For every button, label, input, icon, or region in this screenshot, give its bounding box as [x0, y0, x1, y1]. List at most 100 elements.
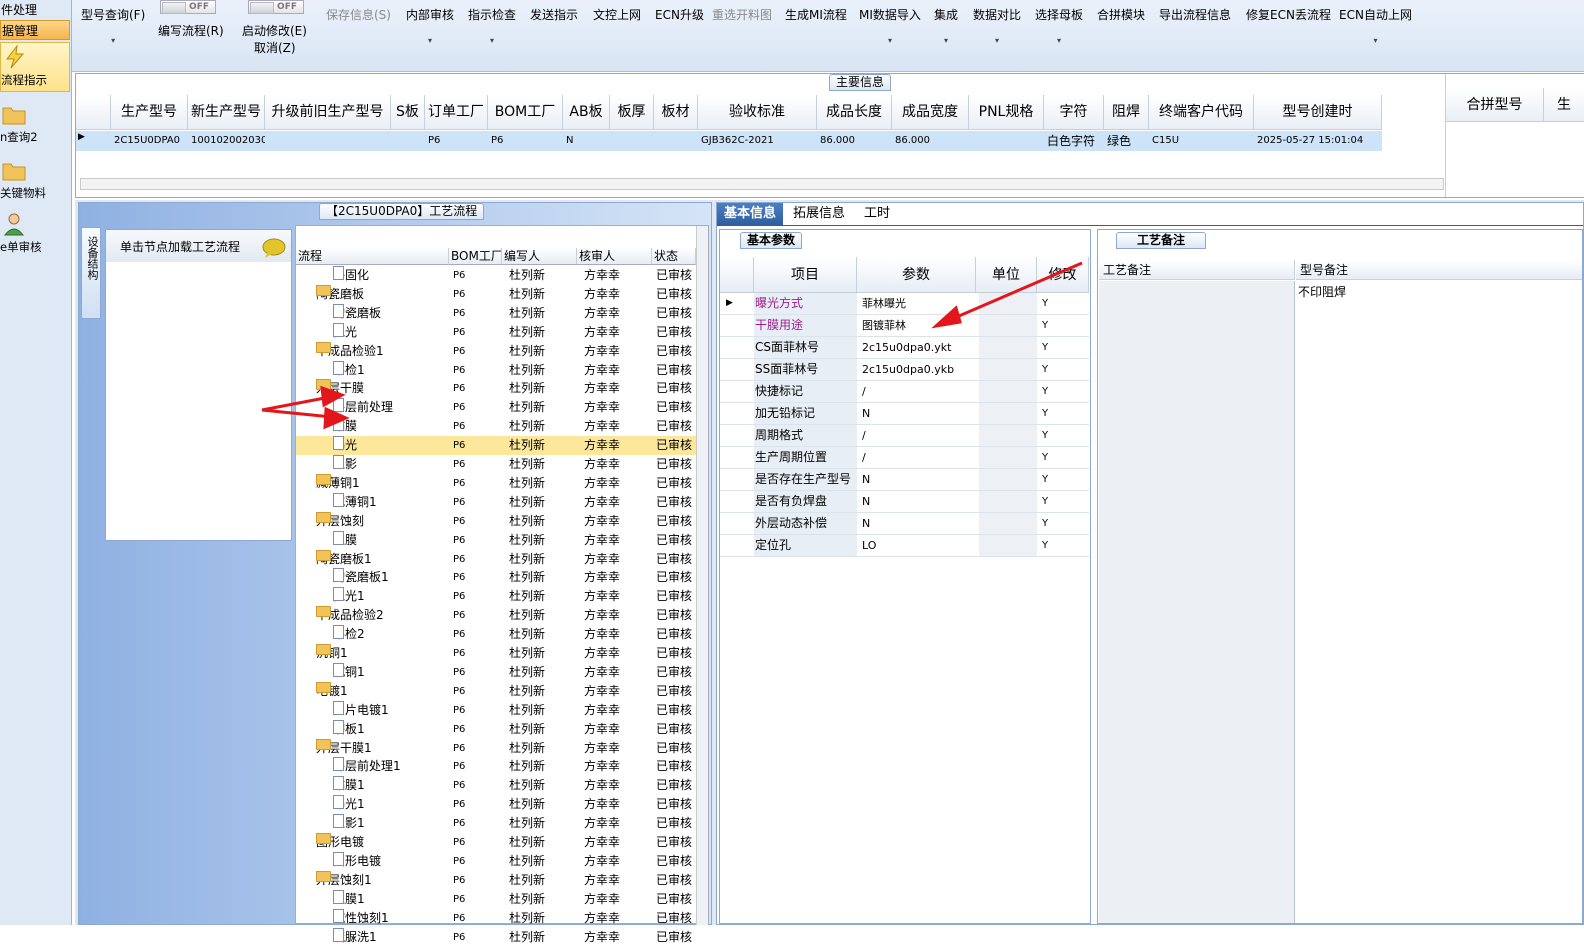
param-row[interactable]: 周期格式 / Y — [720, 425, 1089, 447]
main-info-cell[interactable] — [654, 131, 698, 151]
param-column-item[interactable]: 项目 — [754, 257, 857, 293]
param-modify[interactable]: Y — [1040, 535, 1088, 556]
nav-head-data-management[interactable]: 据管理 — [0, 20, 70, 40]
tree-column-header[interactable]: 流程 — [296, 248, 449, 265]
nav-item-review[interactable]: e单审核 — [0, 210, 70, 260]
param-value[interactable]: N — [860, 469, 977, 490]
param-modify[interactable]: Y — [1040, 293, 1088, 314]
tree-node[interactable]: - 外层干膜P6杜列新方幸幸已审核 — [296, 379, 704, 398]
param-unit[interactable] — [979, 447, 1037, 468]
main-info-column-header[interactable]: PNL规格 — [969, 95, 1044, 130]
tab-extended-info[interactable]: 拓展信息 — [786, 203, 852, 225]
param-unit[interactable] — [979, 535, 1037, 556]
dropdown-arrow-icon[interactable]: ▾ — [490, 36, 494, 45]
merge-module-button[interactable]: 合拼模块 — [1097, 6, 1145, 23]
tree-column-header[interactable]: 状态 — [652, 248, 696, 265]
param-row[interactable]: 是否存在生产型号 N Y — [720, 469, 1089, 491]
param-row[interactable]: 外层动态补偿 N Y — [720, 513, 1089, 535]
main-info-cell[interactable] — [391, 131, 425, 151]
dropdown-arrow-icon[interactable]: ▾ — [995, 36, 999, 45]
merge-model-column-header[interactable]: 合拼型号 — [1446, 88, 1544, 122]
tree-node[interactable]: 磨板1 P6 杜列新 方幸幸 已审核 — [296, 719, 704, 739]
tab-basic-info[interactable]: 基本信息 — [717, 203, 784, 225]
param-row[interactable]: 定位孔 LO Y — [720, 535, 1089, 557]
tree-node[interactable]: 抛光1 P6 杜列新 方幸幸 已审核 — [296, 587, 704, 606]
tree-node[interactable]: 曝光 P6 杜列新 方幸幸 已审核 — [296, 436, 704, 456]
model-remark-column[interactable]: 型号备注 — [1296, 260, 1582, 280]
tree-node[interactable]: 显影 P6 杜列新 方幸幸 已审核 — [296, 455, 704, 474]
main-info-column-header[interactable]: 订单工厂 — [425, 95, 488, 130]
tree-node[interactable]: - 沉铜1P6杜列新方幸幸已审核 — [296, 644, 704, 663]
param-unit[interactable] — [979, 403, 1037, 424]
param-row[interactable]: 快捷标记 / Y — [720, 381, 1089, 403]
dropdown-arrow-icon[interactable]: ▾ — [428, 36, 432, 45]
param-unit[interactable] — [979, 337, 1037, 358]
tree-node[interactable]: - 减薄铜1P6杜列新方幸幸已审核 — [296, 473, 704, 493]
param-column-value[interactable]: 参数 — [857, 257, 976, 293]
ecn-upgrade-button[interactable]: ECN升级 — [655, 6, 704, 23]
tree-column-header[interactable]: BOM工厂 — [449, 248, 502, 265]
main-info-column-header[interactable]: AB板 — [563, 95, 610, 130]
param-value[interactable]: / — [860, 425, 977, 446]
param-grid-corner[interactable] — [720, 257, 754, 293]
main-info-column-header[interactable]: 型号创建时 — [1254, 95, 1382, 130]
param-value[interactable]: N — [860, 491, 977, 512]
param-row[interactable]: 加无铅标记 N Y — [720, 403, 1089, 425]
main-info-column-header[interactable]: 板材 — [654, 95, 698, 130]
main-info-column-header[interactable]: 生产型号 — [111, 95, 188, 130]
tree-vertical-scrollbar[interactable] — [696, 226, 708, 925]
start-edit-button[interactable]: 启动修改(E) — [242, 22, 307, 39]
param-modify[interactable]: Y — [1040, 513, 1088, 534]
internal-review-button[interactable]: 内部审核 ▾ — [406, 6, 454, 45]
param-value[interactable]: 菲林曝光 — [860, 293, 977, 314]
main-info-column-header[interactable]: 终端客户代码 — [1149, 95, 1254, 130]
param-column-modify[interactable]: 修改 — [1037, 257, 1089, 293]
tree-node[interactable]: 减薄铜1 P6 杜列新 方幸幸 已审核 — [296, 492, 704, 512]
tree-node[interactable]: 负片电镀1 P6 杜列新 方幸幸 已审核 — [296, 700, 704, 720]
param-unit[interactable] — [979, 381, 1037, 402]
tree-node[interactable]: 抛光 P6 杜列新 方幸幸 已审核 — [296, 322, 704, 342]
main-info-cell[interactable]: GJB362C-2021 — [698, 131, 817, 151]
nav-item-key-material[interactable]: 关键物料 — [0, 156, 70, 206]
param-row[interactable]: 是否有负焊盘 N Y — [720, 491, 1089, 513]
param-modify[interactable]: Y — [1040, 359, 1088, 380]
tree-column-header[interactable]: 核审人 — [577, 248, 652, 265]
instruction-check-button[interactable]: 指示检查 ▾ — [468, 6, 516, 45]
write-flow-button[interactable]: 编写流程(R) — [158, 22, 224, 39]
param-modify[interactable]: Y — [1040, 337, 1088, 358]
tree-node[interactable]: 退膜1 P6 杜列新 方幸幸 已审核 — [296, 889, 704, 909]
tree-node[interactable]: 退膜 P6 杜列新 方幸幸 已审核 — [296, 530, 704, 550]
main-info-column-header[interactable]: 升级前旧生产型号 — [265, 95, 391, 130]
tree-node[interactable]: 外层前处理1 P6 杜列新 方幸幸 已审核 — [296, 757, 704, 776]
side-column-header[interactable]: 生 — [1544, 88, 1584, 122]
ecn-auto-online-button[interactable]: ECN自动上网 ▾ — [1339, 6, 1412, 45]
main-info-column-header[interactable]: 成品宽度 — [892, 95, 969, 130]
tree-node[interactable]: - 半成品检验1P6杜列新方幸幸已审核 — [296, 341, 704, 361]
integrate-button[interactable]: 集成 ▾ — [934, 6, 958, 45]
param-unit[interactable] — [979, 491, 1037, 512]
param-value[interactable]: 图镀菲林 — [860, 315, 977, 336]
tree-node[interactable]: - 陶瓷磨板P6杜列新方幸幸已审核 — [296, 284, 704, 304]
param-column-unit[interactable]: 单位 — [976, 257, 1037, 293]
param-value[interactable]: / — [860, 447, 977, 468]
model-remark-value[interactable]: 不印阻焊 — [1298, 283, 1346, 300]
dropdown-arrow-icon[interactable]: ▾ — [944, 36, 948, 45]
param-row[interactable]: ▶ 曝光方式 菲林曝光 Y — [720, 293, 1089, 315]
mi-data-import-button[interactable]: MI数据导入 ▾ — [859, 6, 921, 45]
tree-node[interactable]: 沉铜1 P6 杜列新 方幸幸 已审核 — [296, 662, 704, 682]
save-info-button[interactable]: 保存信息(S) — [326, 6, 391, 23]
tree-node[interactable]: - 半成品检验2P6杜列新方幸幸已审核 — [296, 606, 704, 625]
tree-node[interactable]: - 外层蚀刻1P6杜列新方幸幸已审核 — [296, 870, 704, 890]
tree-node[interactable]: 贴膜1 P6 杜列新 方幸幸 已审核 — [296, 776, 704, 795]
param-unit[interactable] — [979, 513, 1037, 534]
nav-item-flow-instruction[interactable]: 流程指示 — [0, 42, 70, 92]
param-modify[interactable]: Y — [1040, 381, 1088, 402]
tree-node[interactable]: - 陶瓷磨板1P6杜列新方幸幸已审核 — [296, 549, 704, 569]
tree-node[interactable]: 终固化 P6 杜列新 方幸幸 已审核 — [296, 266, 704, 285]
main-info-column-header[interactable]: 阻焊 — [1104, 95, 1149, 130]
nav-item-query2[interactable]: n查询2 — [0, 100, 70, 150]
tree-node[interactable]: 外层前处理 P6 杜列新 方幸幸 已审核 — [296, 398, 704, 417]
param-row[interactable]: CS面菲林号 2c15u0dpa0.ykt Y — [720, 337, 1089, 359]
param-modify[interactable]: Y — [1040, 403, 1088, 424]
start-edit-toggle[interactable]: OFF — [248, 0, 304, 14]
